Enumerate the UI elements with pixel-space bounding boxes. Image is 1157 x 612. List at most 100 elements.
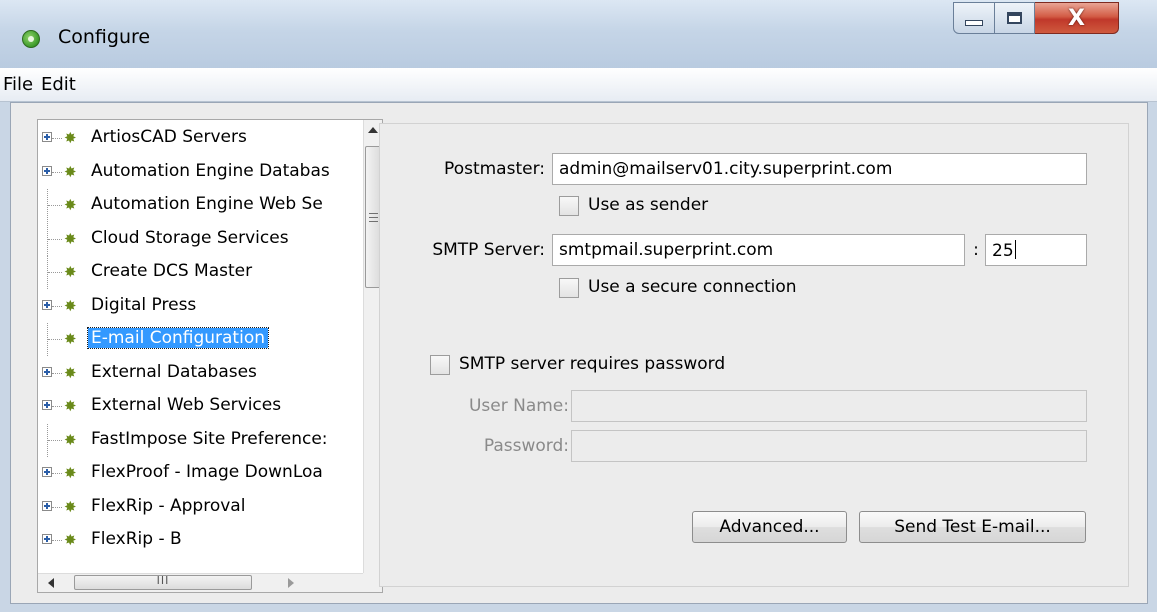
scroll-right-arrow-icon[interactable] [288, 578, 294, 588]
tree-item[interactable]: ✸ Create DCS Master [38, 256, 358, 289]
password-label: Password: [483, 436, 569, 456]
scroll-left-arrow-icon[interactable] [48, 578, 54, 588]
gear-icon: ✸ [64, 497, 77, 516]
gear-icon: ✸ [64, 162, 77, 181]
expand-plus-icon[interactable] [42, 165, 52, 176]
horizontal-grip: III [156, 574, 170, 587]
tree-item[interactable]: ✸ External Databases [38, 357, 358, 390]
configure-window: Configure X File Edit ✸ ArtiosCAD Servers… [0, 0, 1157, 612]
tree-item[interactable]: ✸ Digital Press [38, 290, 358, 323]
window-title: Configure [58, 26, 151, 48]
tree-item[interactable]: ✸ FlexProof - Image DownLoa [38, 457, 358, 490]
tree-item-label: E-mail Configuration [87, 327, 269, 349]
text-cursor [1014, 240, 1016, 259]
expand-plus-icon[interactable] [42, 400, 52, 410]
tree-item-label: Digital Press [91, 294, 197, 315]
gear-icon: ✸ [64, 330, 77, 348]
grip-line [369, 217, 378, 218]
tree-item-label: Create DCS Master [91, 261, 253, 281]
tree-item[interactable]: ✸ FastImpose Site Preference: [38, 423, 358, 457]
secure-connection-label: Use a secure connection [588, 277, 797, 297]
configuration-tree[interactable]: ✸ ArtiosCAD Servers ✸ Automation Engine Dat… [37, 119, 383, 593]
gear-icon: ✸ [64, 263, 77, 281]
expand-plus-icon[interactable] [42, 299, 52, 310]
use-as-sender-label: Use as sender [588, 195, 709, 215]
gear-icon: ✸ [64, 296, 77, 315]
grip-line [369, 221, 378, 222]
tree-item[interactable]: ✸ Automation Engine Databas [38, 156, 358, 189]
tree-item-label: FlexRip - Approval [91, 495, 246, 516]
tree-item-label: Automation Engine Web Se [91, 194, 323, 214]
gear-icon: ✸ [64, 129, 77, 147]
tree-item[interactable]: ✸ Cloud Storage Services [38, 222, 358, 256]
tree-item-label: Cloud Storage Services [91, 227, 289, 248]
tree-item-label: External Databases [91, 361, 257, 382]
tree-connector-line [48, 205, 62, 206]
postmaster-label: Postmaster: [444, 159, 545, 179]
gear-icon: ✸ [64, 397, 77, 415]
expand-plus-icon[interactable] [42, 500, 52, 511]
postmaster-input[interactable]: admin@mailserv01.city.superprint.com [552, 153, 1087, 185]
tree-item[interactable]: ✸ E-mail Configuration [38, 323, 358, 356]
tree-item-label: FastImpose Site Preference: [91, 428, 328, 449]
port-input[interactable]: 25 [985, 234, 1087, 266]
use-as-sender-checkbox[interactable] [559, 196, 579, 216]
menu-file[interactable]: File [3, 74, 33, 95]
gear-icon: ✸ [64, 229, 77, 248]
password-input[interactable] [571, 430, 1087, 462]
minimize-icon [965, 20, 983, 26]
app-icon [22, 30, 40, 48]
close-icon: X [1068, 5, 1085, 31]
scroll-up-arrow-icon[interactable] [368, 127, 378, 133]
gear-icon: ✸ [64, 531, 77, 549]
gear-icon: ✸ [64, 196, 77, 214]
tree-connector-line [48, 238, 62, 240]
tree-connector-line [48, 339, 62, 340]
expand-plus-icon[interactable] [42, 132, 52, 142]
tree-item[interactable]: ✸ ArtiosCAD Servers [38, 122, 358, 155]
title-bar[interactable]: Configure X [0, 0, 1157, 68]
secure-connection-checkbox[interactable] [559, 278, 579, 298]
horizontal-scrollbar[interactable]: III [38, 573, 364, 592]
horizontal-scroll-thumb[interactable]: III [74, 574, 252, 590]
tree-item[interactable]: ✸ FlexRip - B [38, 524, 358, 557]
close-button[interactable]: X [1035, 2, 1119, 34]
menu-edit[interactable]: Edit [41, 74, 76, 95]
port-value: 25 [992, 241, 1014, 261]
tree-item[interactable]: ✸ External Web Services [38, 390, 358, 423]
advanced-button[interactable]: Advanced... [692, 511, 847, 543]
email-configuration-panel: Postmaster: admin@mailserv01.city.superp… [379, 123, 1129, 587]
minimize-button[interactable] [953, 2, 995, 34]
tree-item-label: FlexRip - B [91, 529, 182, 549]
tree-item-label: Automation Engine Databas [91, 160, 330, 181]
gear-icon: ✸ [64, 430, 77, 449]
expand-plus-icon[interactable] [42, 467, 52, 477]
send-test-email-button[interactable]: Send Test E-mail... [859, 511, 1086, 543]
maximize-button[interactable] [995, 2, 1035, 34]
menu-bar: File Edit [0, 68, 1157, 102]
tree-connector-line [48, 272, 62, 273]
grip-line [369, 213, 378, 214]
tree-connector-line [52, 171, 62, 173]
window-controls: X [953, 2, 1119, 36]
maximize-icon [1007, 12, 1022, 24]
tree-item[interactable]: ✸ FlexRip - Approval [38, 491, 358, 524]
tree-connector-line [52, 506, 62, 508]
requires-password-checkbox[interactable] [430, 355, 450, 375]
user-name-label: User Name: [468, 396, 569, 416]
expand-plus-icon[interactable] [42, 366, 52, 377]
client-area: ✸ ArtiosCAD Servers ✸ Automation Engine Dat… [10, 102, 1148, 604]
smtp-server-label: SMTP Server: [432, 240, 545, 260]
tree-item-label: ArtiosCAD Servers [91, 127, 247, 147]
tree-item[interactable]: ✸ Automation Engine Web Se [38, 189, 358, 222]
expand-plus-icon[interactable] [42, 534, 52, 544]
tree-item-label: FlexProof - Image DownLoa [91, 462, 323, 482]
requires-password-label: SMTP server requires password [459, 354, 726, 374]
smtp-server-input[interactable]: smtpmail.superprint.com [552, 234, 965, 266]
tree-item-label: External Web Services [91, 395, 282, 415]
user-name-input[interactable] [571, 390, 1087, 422]
tree-connector-line [52, 305, 62, 307]
tree-connector-line [52, 138, 62, 139]
gear-icon: ✸ [64, 464, 77, 482]
tree-connector-line [52, 372, 62, 374]
